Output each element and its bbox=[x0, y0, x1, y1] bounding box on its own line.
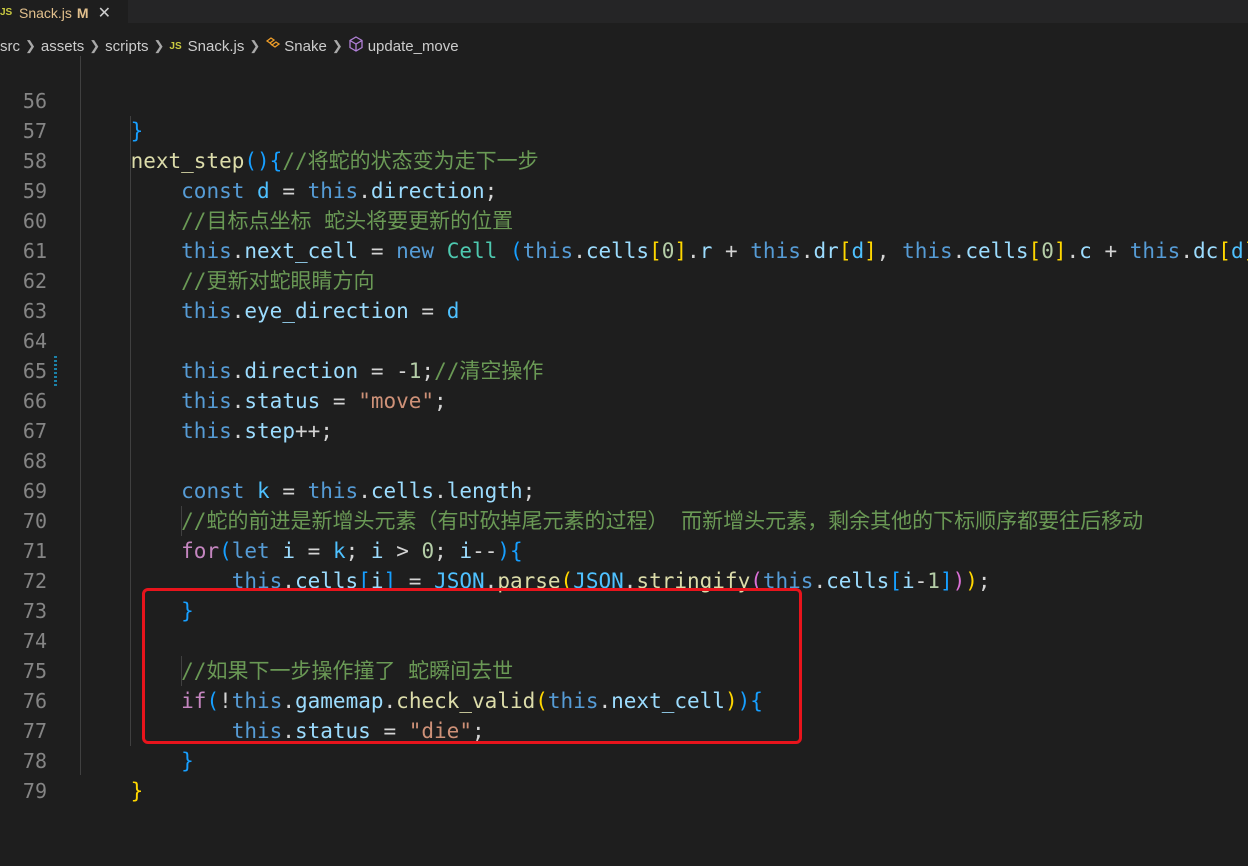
code-line: 58 const d = this.direction; bbox=[0, 116, 1248, 203]
class-icon bbox=[265, 37, 281, 55]
code-line: 56 } bbox=[0, 56, 1248, 143]
code-line: 63 bbox=[0, 266, 1248, 323]
code-line: 70 for(let i = k; i > 0; i--){ bbox=[0, 476, 1248, 563]
breadcrumb: src ❯ assets ❯ scripts ❯ JS Snack.js ❯ S… bbox=[0, 34, 1248, 58]
close-icon[interactable]: ✕ bbox=[98, 3, 111, 23]
code-line: 79 bbox=[0, 746, 1248, 803]
code-line: 72 } bbox=[0, 536, 1248, 623]
breadcrumb-assets[interactable]: assets bbox=[41, 38, 84, 55]
code-line: 66 this.step++; bbox=[0, 356, 1248, 443]
breadcrumb-scripts[interactable]: scripts bbox=[105, 38, 148, 55]
code-line: 60 this.next_cell = new Cell (this.cells… bbox=[0, 176, 1248, 263]
chevron-right-icon: ❯ bbox=[331, 38, 343, 53]
code-line: 61 //更新对蛇眼睛方向 bbox=[0, 206, 1248, 293]
tab-snack-js[interactable]: JS Snack.js M ✕ bbox=[0, 0, 128, 24]
breadcrumb-src[interactable]: src bbox=[0, 38, 20, 55]
breadcrumb-method[interactable]: update_move bbox=[368, 38, 459, 55]
code-line: 67 bbox=[0, 386, 1248, 443]
tab-label: Snack.js bbox=[19, 4, 72, 21]
chevron-right-icon: ❯ bbox=[89, 38, 101, 53]
code-line: 59 //目标点坐标 蛇头将要更新的位置 bbox=[0, 146, 1248, 233]
code-line: 65 this.status = "move"; bbox=[0, 326, 1248, 413]
js-file-icon: JS bbox=[0, 7, 13, 18]
line-number: 79 bbox=[22, 779, 47, 803]
code-line: 68 const k = this.cells.length; bbox=[0, 416, 1248, 503]
code-line: 71 this.cells[i] = JSON.parse(JSON.strin… bbox=[0, 506, 1248, 593]
chevron-right-icon: ❯ bbox=[25, 38, 36, 53]
highlight-annotation-box bbox=[142, 588, 802, 744]
breadcrumb-file[interactable]: Snack.js bbox=[188, 38, 245, 55]
code-line: 69 //蛇的前进是新增头元素（有时砍掉尾元素的过程） 而新增头元素，剩余其他的… bbox=[0, 446, 1248, 533]
method-icon bbox=[348, 36, 364, 56]
modified-indicator: M bbox=[76, 4, 89, 21]
code-line: 62 this.eye_direction = d bbox=[0, 236, 1248, 323]
chevron-right-icon: ❯ bbox=[249, 38, 261, 53]
js-file-icon: JS bbox=[169, 40, 182, 52]
tab-bar: JS Snack.js M ✕ bbox=[0, 0, 1248, 24]
chevron-right-icon: ❯ bbox=[153, 38, 165, 53]
code-line: 57 next_step(){//将蛇的状态变为走下一步 bbox=[0, 86, 1248, 173]
code-line: 64 this.direction = -1;//清空操作 bbox=[0, 296, 1248, 383]
breadcrumb-class[interactable]: Snake bbox=[284, 38, 327, 55]
